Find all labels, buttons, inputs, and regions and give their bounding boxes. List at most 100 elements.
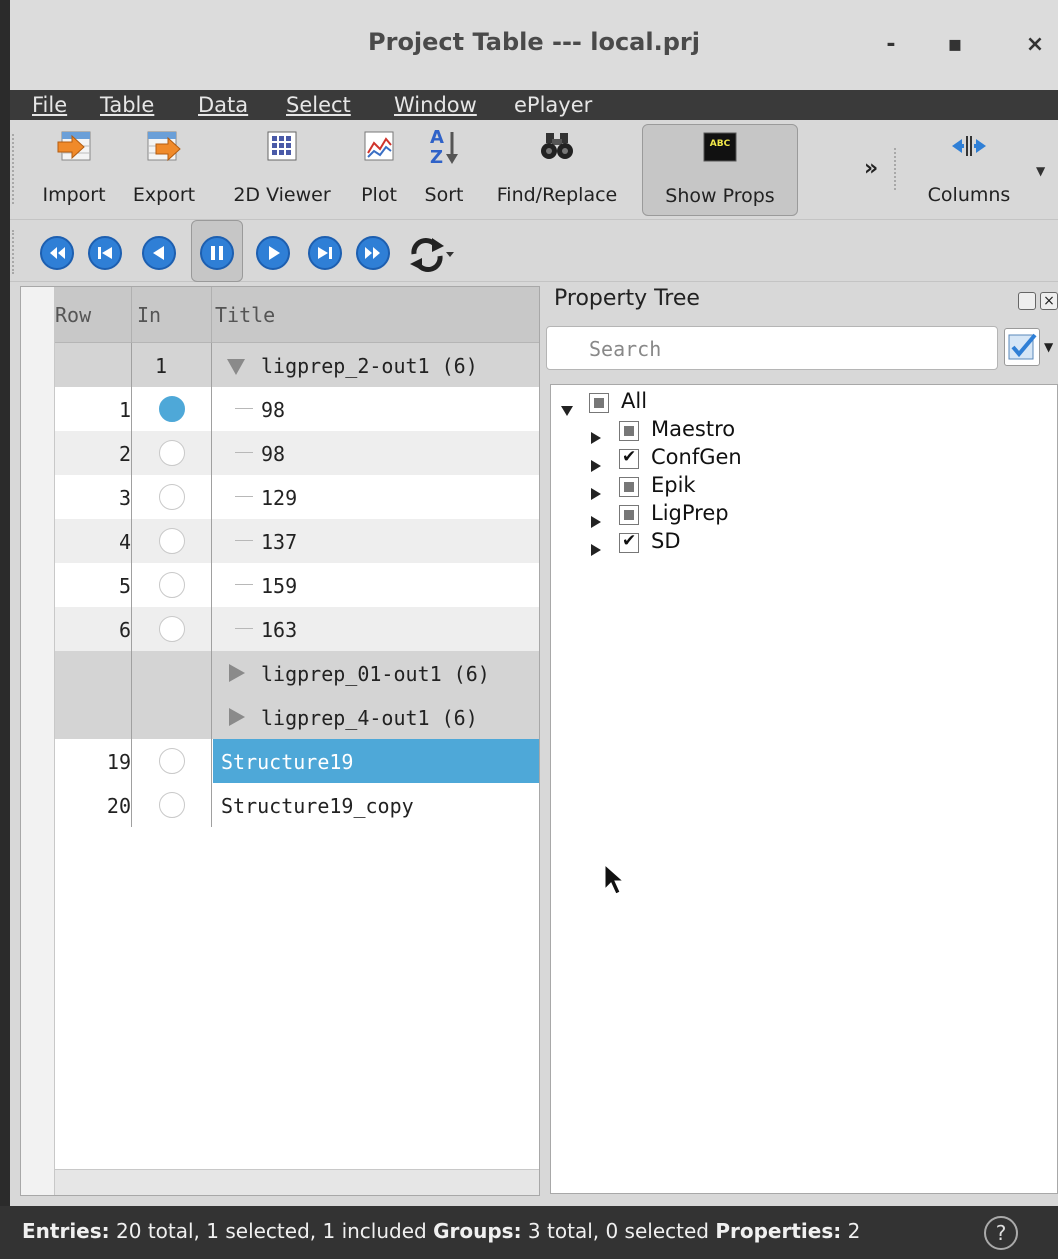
- last-icon[interactable]: [356, 236, 390, 270]
- column-header-row[interactable]: Row: [55, 303, 91, 327]
- included-toggle[interactable]: [159, 792, 185, 818]
- help-icon[interactable]: ?: [984, 1216, 1018, 1250]
- tree-node-epik[interactable]: Epik: [591, 473, 791, 503]
- pause-icon[interactable]: [200, 236, 234, 270]
- included-toggle[interactable]: [159, 528, 185, 554]
- toolbar-grip[interactable]: [12, 134, 16, 204]
- groups-summary: 3 total, 0 selected: [521, 1219, 716, 1243]
- toolbar-grip-2[interactable]: [894, 148, 898, 190]
- toolbar-overflow-button[interactable]: »: [864, 156, 878, 181]
- grid-icon: [220, 124, 344, 168]
- title-cell: 129: [213, 475, 539, 519]
- title-text: 159: [261, 574, 298, 598]
- included-toggle[interactable]: [159, 484, 185, 510]
- title-text: Structure19_copy: [221, 794, 414, 818]
- expand-triangle-icon[interactable]: [229, 708, 245, 726]
- table-row[interactable]: 3 129: [55, 475, 539, 519]
- horizontal-scrollbar[interactable]: [55, 1169, 539, 1195]
- title-cell: 98: [213, 431, 539, 475]
- next-entry-icon[interactable]: [308, 236, 342, 270]
- group-row[interactable]: ligprep_01-out1 (6): [55, 651, 539, 695]
- close-button[interactable]: ×: [1020, 30, 1050, 60]
- play-icon[interactable]: [256, 236, 290, 270]
- table-row[interactable]: 4 137: [55, 519, 539, 563]
- player-toolbar-grip[interactable]: [12, 230, 16, 274]
- checkbox[interactable]: [619, 421, 639, 441]
- checkbox[interactable]: [589, 393, 609, 413]
- prev-entry-icon[interactable]: [88, 236, 122, 270]
- loop-icon[interactable]: [406, 234, 456, 279]
- menu-select[interactable]: Select: [286, 90, 351, 120]
- export-icon: [122, 124, 206, 168]
- tree-node-all[interactable]: All: [561, 389, 761, 419]
- expand-arrow-icon[interactable]: [591, 488, 601, 500]
- in-cell: [133, 387, 211, 431]
- table-row[interactable]: 20 Structure19_copy: [55, 783, 539, 827]
- menu-table[interactable]: Table: [100, 90, 154, 120]
- row-number: 20: [106, 794, 131, 818]
- find-replace-button[interactable]: Find/Replace: [484, 124, 630, 206]
- checkbox[interactable]: [619, 505, 639, 525]
- tree-node-label: SD: [651, 529, 681, 553]
- included-toggle[interactable]: [159, 616, 185, 642]
- checkbox[interactable]: [619, 447, 639, 469]
- menu-data[interactable]: Data: [198, 90, 248, 120]
- tree-node-maestro[interactable]: Maestro: [591, 417, 791, 447]
- play-back-icon[interactable]: [142, 236, 176, 270]
- menu-eplayer[interactable]: ePlayer: [514, 90, 592, 120]
- group-row[interactable]: ligprep_4-out1 (6): [55, 695, 539, 739]
- property-tree-panel: Property Tree × Search ▼ All Maestro ✔ C…: [546, 286, 1058, 1196]
- menu-table-label: Table: [100, 93, 155, 117]
- filter-checkbox-icon[interactable]: [1004, 328, 1040, 366]
- plot-button[interactable]: Plot: [352, 124, 406, 206]
- table-header: Row In Title: [55, 287, 539, 343]
- chevron-down-icon[interactable]: ▼: [1036, 164, 1045, 178]
- export-button[interactable]: Export: [122, 124, 206, 206]
- menu-window[interactable]: Window: [394, 90, 477, 120]
- table-row[interactable]: 5 159: [55, 563, 539, 607]
- float-panel-icon[interactable]: [1018, 292, 1036, 310]
- included-toggle[interactable]: [159, 572, 185, 598]
- import-icon: [34, 124, 114, 168]
- table-row[interactable]: 1 98: [55, 387, 539, 431]
- title-cell: 98: [213, 387, 539, 431]
- filter-dropdown-icon[interactable]: ▼: [1044, 340, 1053, 354]
- first-icon[interactable]: [40, 236, 74, 270]
- column-header-title[interactable]: Title: [215, 303, 275, 327]
- columns-button[interactable]: Columns: [914, 124, 1024, 206]
- in-cell: [133, 431, 211, 475]
- title-text: 129: [261, 486, 298, 510]
- import-button[interactable]: Import: [34, 124, 114, 206]
- close-panel-icon[interactable]: ×: [1040, 292, 1058, 310]
- property-search-input[interactable]: Search: [546, 326, 998, 370]
- tree-node-ligprep[interactable]: LigPrep: [591, 501, 791, 531]
- checkbox[interactable]: [619, 531, 639, 553]
- included-toggle[interactable]: [159, 748, 185, 774]
- table-row[interactable]: 19 Structure19: [55, 739, 539, 783]
- 2d-viewer-button[interactable]: 2D Viewer: [220, 124, 344, 206]
- show-props-button[interactable]: ABC Show Props: [642, 124, 798, 216]
- 2d-viewer-label: 2D Viewer: [233, 184, 331, 206]
- tree-node-sd[interactable]: SD: [591, 529, 791, 559]
- group-row[interactable]: 1 ligprep_2-out1 (6): [55, 343, 539, 387]
- expand-arrow-icon[interactable]: [591, 544, 601, 556]
- checkbox[interactable]: [619, 477, 639, 497]
- expand-arrow-icon[interactable]: [591, 516, 601, 528]
- columns-label: Columns: [927, 184, 1011, 206]
- column-header-in[interactable]: In: [137, 303, 161, 327]
- properties-summary: 2: [841, 1219, 861, 1243]
- minimize-button[interactable]: -: [876, 30, 906, 60]
- tree-node-confgen[interactable]: ConfGen: [591, 445, 791, 475]
- expand-arrow-icon[interactable]: [591, 432, 601, 444]
- maximize-button[interactable]: ▪: [940, 30, 970, 60]
- sort-button[interactable]: AZ Sort: [416, 124, 472, 206]
- expand-triangle-icon[interactable]: [229, 664, 245, 682]
- table-row[interactable]: 2 98: [55, 431, 539, 475]
- menu-file[interactable]: File: [32, 90, 67, 120]
- included-toggle[interactable]: [159, 440, 185, 466]
- included-toggle[interactable]: [159, 396, 185, 422]
- expand-triangle-icon[interactable]: [227, 359, 245, 375]
- expand-arrow-icon[interactable]: [591, 460, 601, 472]
- table-row[interactable]: 6 163: [55, 607, 539, 651]
- expand-arrow-icon[interactable]: [561, 406, 573, 416]
